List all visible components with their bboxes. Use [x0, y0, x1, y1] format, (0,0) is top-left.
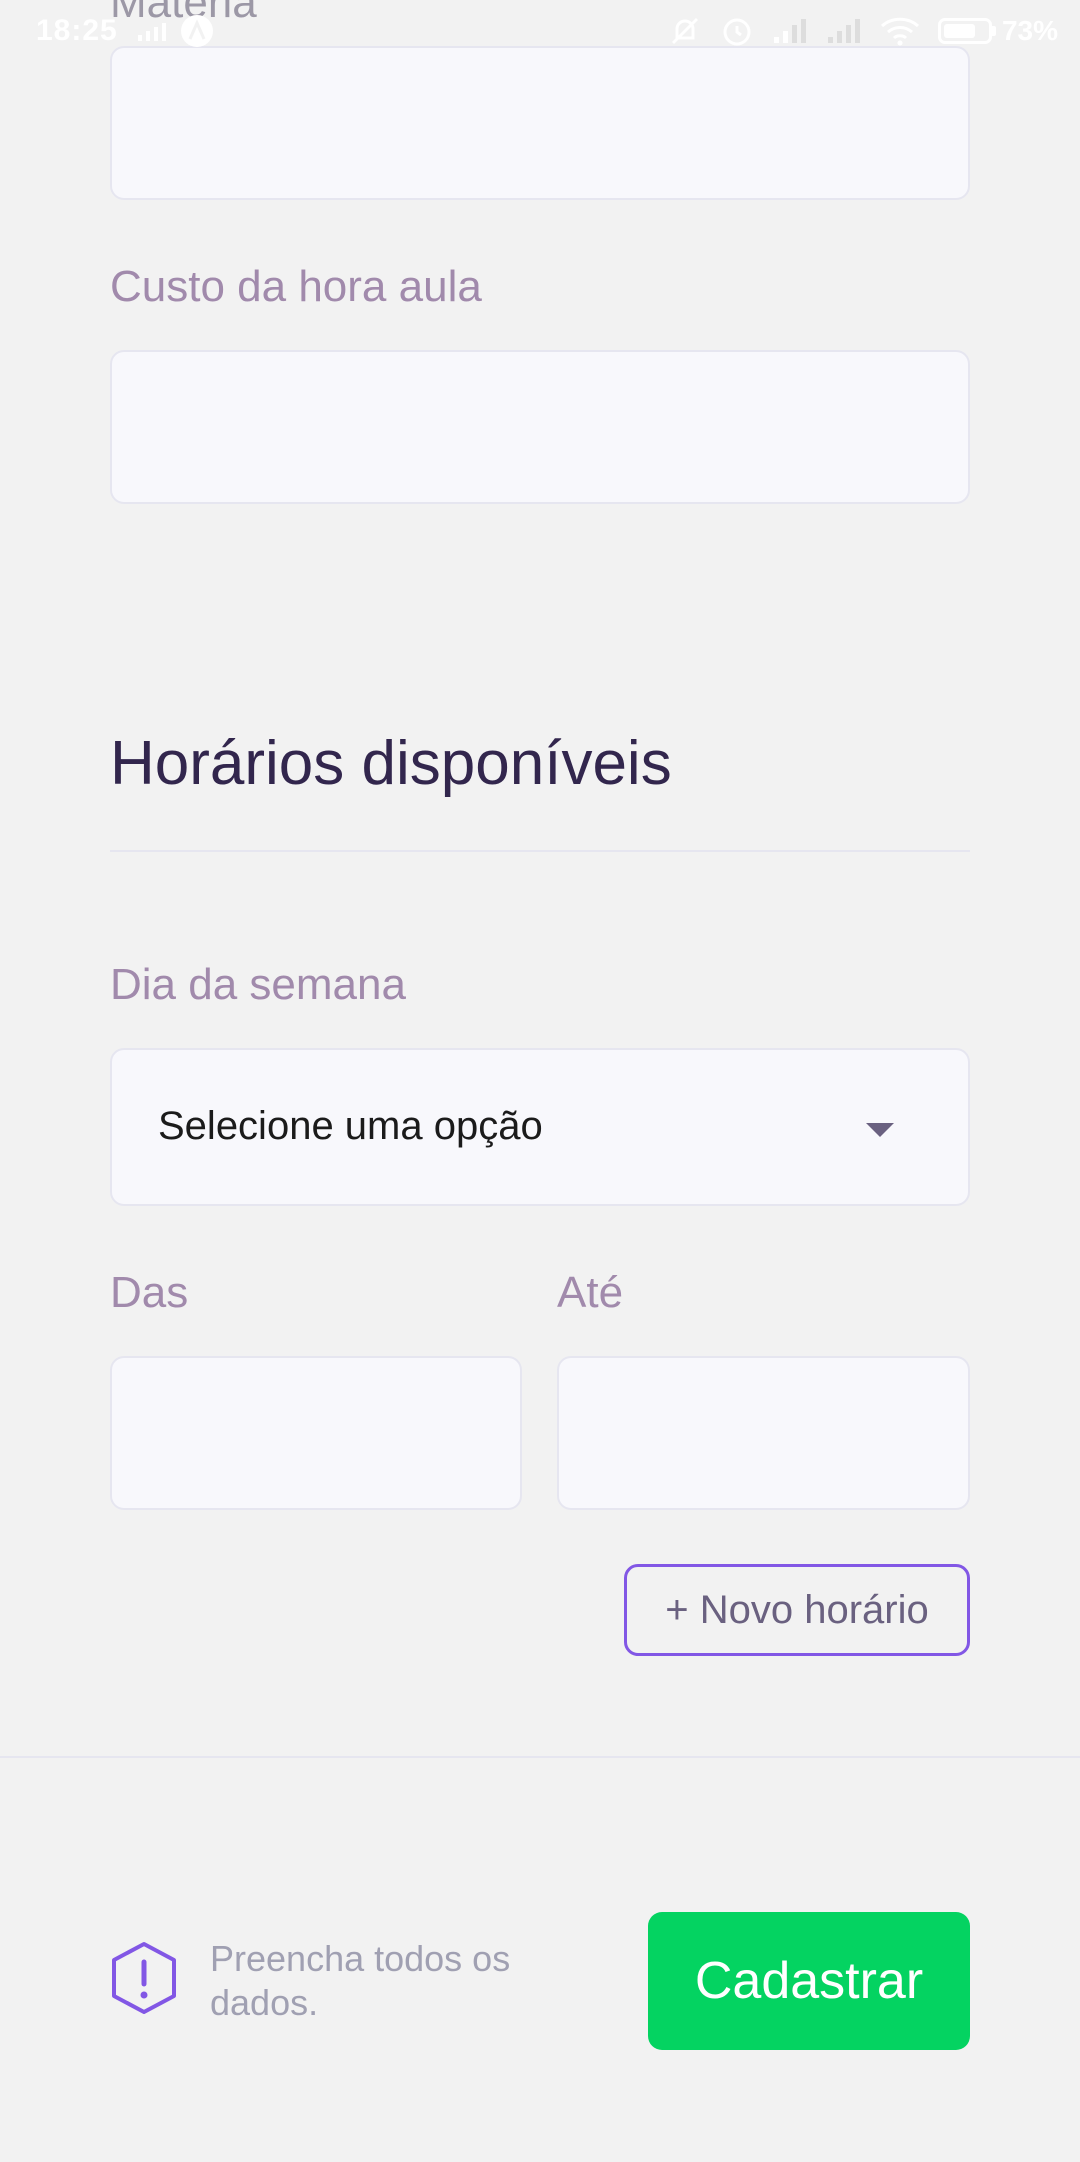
alarm-icon [723, 18, 751, 46]
battery-tip [991, 26, 996, 36]
chevron-down-icon [866, 1123, 894, 1137]
status-time: 18:25 [36, 14, 118, 47]
battery-fill [943, 24, 975, 38]
battery-indicator: 73% [937, 15, 1058, 47]
battery-percent: 73% [1001, 15, 1058, 46]
weekday-label: Dia da semana [110, 960, 406, 1009]
signal-icon [773, 19, 806, 43]
status-bar: 18:25 73% [0, 0, 1080, 66]
weekday-select-value: Selecione uma opção [158, 1104, 543, 1148]
signal-icon [827, 19, 860, 43]
schedule-section-title: Horários disponíveis [110, 729, 672, 798]
to-label: Até [557, 1268, 624, 1317]
add-schedule-button[interactable]: + Novo horário [624, 1564, 970, 1656]
status-left-icons [136, 14, 214, 48]
status-right: 73% [668, 14, 1058, 48]
cost-input[interactable] [110, 350, 970, 504]
bell-muted-icon [671, 17, 698, 45]
wifi-icon [880, 17, 919, 46]
cost-label: Custo da hora aula [110, 262, 482, 311]
warning-icon [112, 1942, 176, 2014]
section-divider [110, 850, 970, 852]
warning-text: Preencha todos os dados. [210, 1938, 511, 2023]
signal-left-icon [138, 23, 166, 41]
to-time-input[interactable] [557, 1356, 970, 1510]
from-time-input[interactable] [110, 1356, 522, 1510]
battery-icon [937, 18, 992, 44]
from-label: Das [110, 1268, 189, 1317]
subject-input[interactable] [110, 46, 970, 200]
weekday-select[interactable]: Selecione uma opção [110, 1048, 970, 1206]
app-notification-icon [181, 15, 213, 47]
submit-button[interactable]: Cadastrar [648, 1912, 970, 2050]
